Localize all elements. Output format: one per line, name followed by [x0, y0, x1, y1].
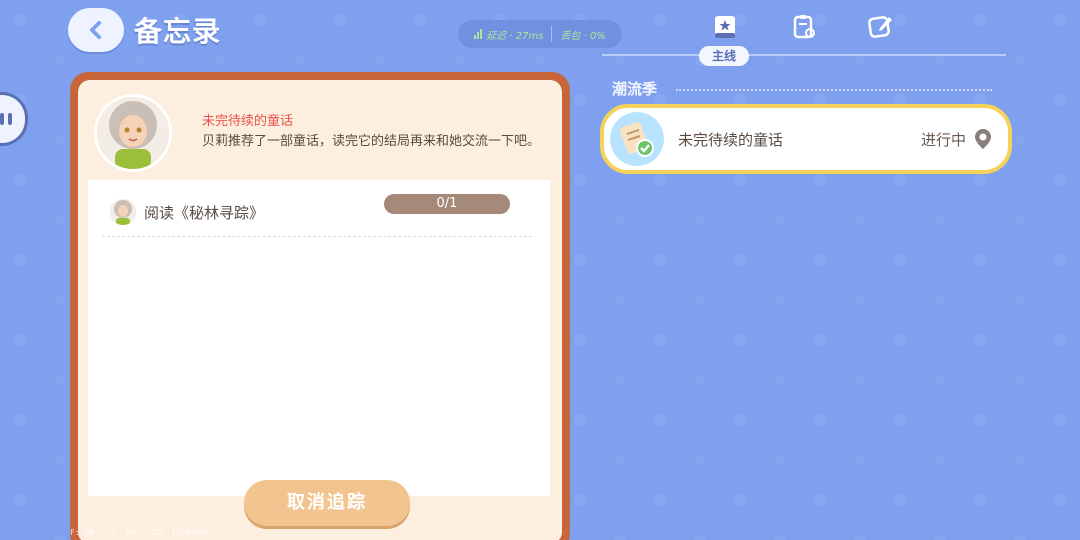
debug-ping: P: 50 — [110, 528, 136, 537]
memo-panel-inner: 未完待续的童话 贝莉推荐了一部童话，读完它的结局再来和她交流一下吧。 阅读《秘林… — [78, 80, 562, 540]
clipboard-icon — [793, 15, 815, 39]
latency-text: 延迟 · 27ms — [486, 30, 544, 42]
quest-title: 未完待续的童话 — [202, 114, 294, 129]
cancel-tracking-button[interactable]: 取消追踪 — [244, 480, 410, 526]
quest-description: 贝莉推荐了一部童话，读完它的结局再来和她交流一下吧。 — [202, 134, 541, 149]
task-progress-bar: 0/1 — [384, 194, 510, 214]
quest-scroll-icon — [610, 112, 664, 166]
tab-main-quest[interactable] — [710, 12, 740, 42]
quest-item-status: 进行中 — [920, 130, 966, 149]
packet-loss-text: 丢包 · 0% — [560, 30, 606, 42]
page-title: 备忘录 — [134, 15, 222, 48]
signal-icon — [474, 29, 483, 39]
section-divider — [676, 89, 992, 91]
task-divider — [102, 236, 532, 237]
task-avatar — [108, 197, 138, 227]
tab-main-quest-label[interactable]: 主线 — [699, 46, 749, 66]
npc-avatar — [94, 94, 172, 172]
network-status: 延迟 · 27ms 丢包 · 0% — [458, 20, 622, 48]
tab-edit[interactable] — [866, 12, 896, 42]
chevron-left-icon — [89, 20, 109, 40]
section-title: 潮流季 — [612, 80, 658, 98]
note-pencil-icon — [868, 16, 892, 38]
back-button[interactable] — [68, 8, 124, 52]
tab-divider — [602, 54, 1006, 56]
task-area: 阅读《秘林寻踪》 0/1 — [88, 180, 550, 496]
quest-item-name: 未完待续的童话 — [678, 130, 784, 149]
quest-list-item[interactable]: 未完待续的童话 进行中 — [600, 104, 1012, 174]
task-label: 阅读《秘林寻踪》 — [144, 203, 265, 222]
debug-id: ID: 1024vbbx — [151, 528, 210, 537]
location-pin-icon[interactable] — [972, 127, 994, 151]
debug-fps: F: 90 — [70, 528, 95, 537]
tab-record[interactable] — [789, 12, 819, 42]
book-star-icon — [715, 16, 735, 38]
side-menu-icon — [0, 113, 4, 125]
debug-overlay: F: 90 P: 50 ID: 1024vbbx — [70, 528, 222, 537]
memo-panel: 未完待续的童话 贝莉推荐了一部童话，读完它的结局再来和她交流一下吧。 阅读《秘林… — [70, 72, 570, 540]
